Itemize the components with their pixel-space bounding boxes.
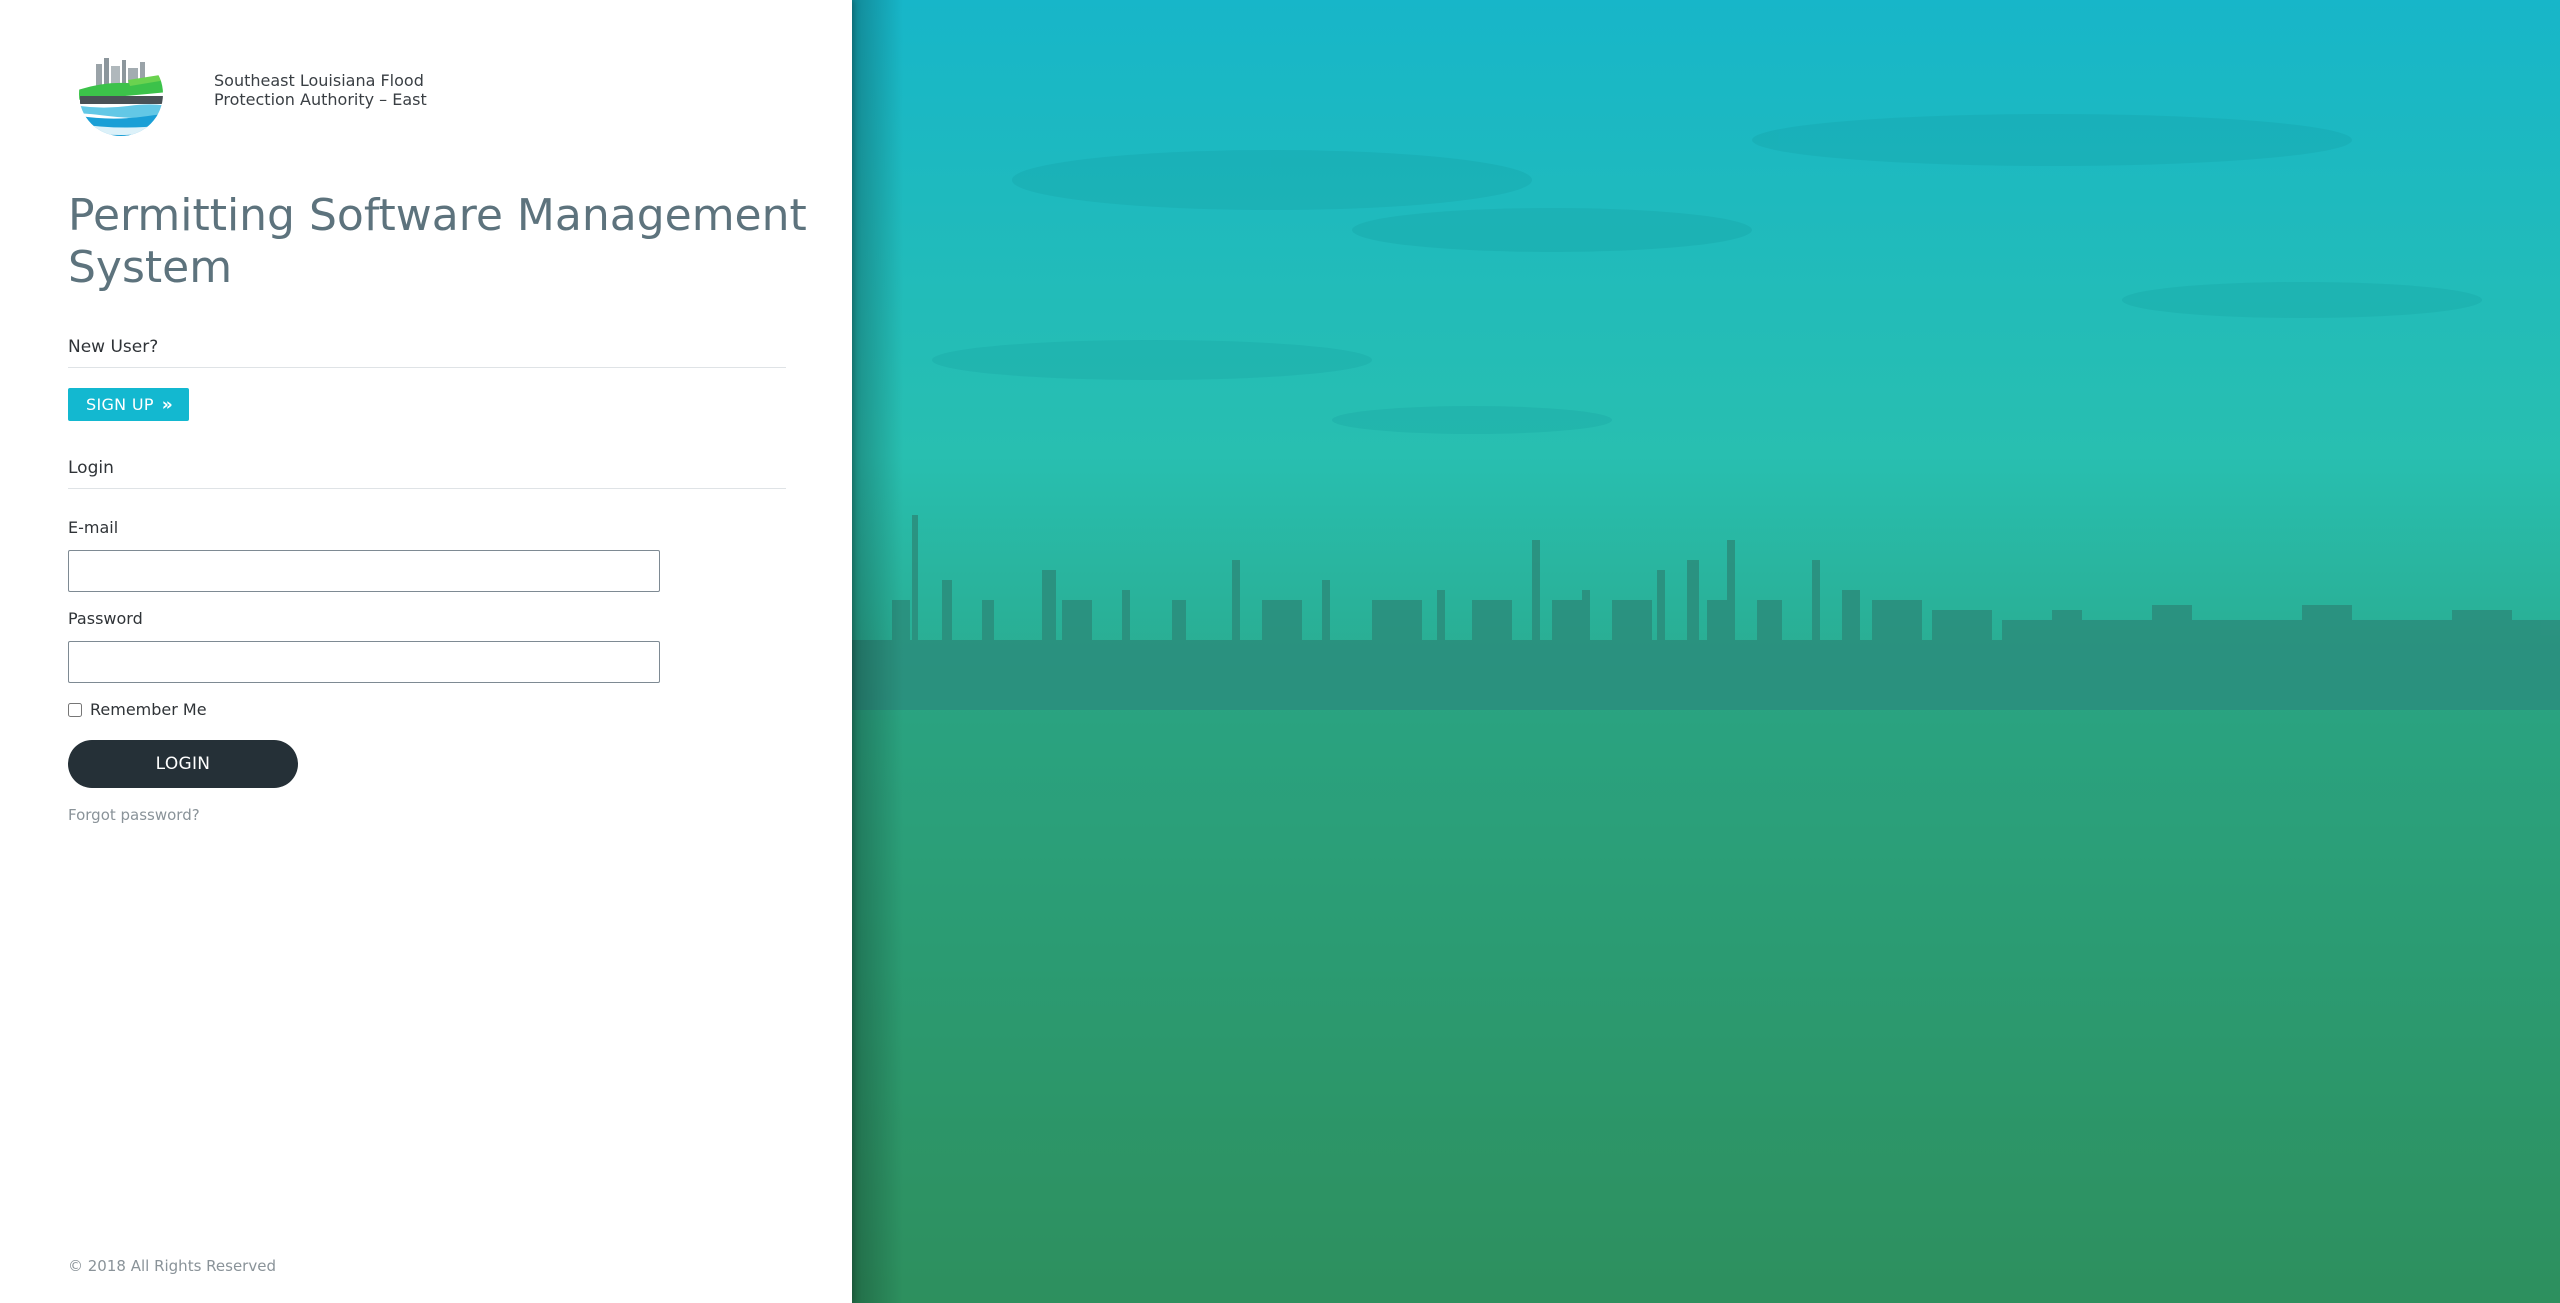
login-button[interactable]: LOGIN: [68, 740, 298, 788]
brand-header: Southeast Louisiana Flood Protection Aut…: [68, 50, 444, 138]
new-user-heading: New User?: [68, 337, 786, 368]
sign-up-button[interactable]: SIGN UP »: [68, 388, 190, 421]
login-panel: Southeast Louisiana Flood Protection Aut…: [0, 0, 852, 1303]
flood-authority-logo: [79, 52, 163, 136]
forgot-password-link[interactable]: Forgot password?: [68, 806, 200, 824]
remember-me-row: Remember Me: [68, 700, 207, 719]
organization-name: Southeast Louisiana Flood Protection Aut…: [214, 71, 427, 109]
remember-me-label[interactable]: Remember Me: [90, 700, 207, 719]
email-label: E-mail: [68, 518, 119, 537]
copyright-text: © 2018 All Rights Reserved: [68, 1257, 276, 1275]
page-title: Permitting Software Management System: [68, 190, 807, 293]
remember-me-checkbox[interactable]: [68, 702, 82, 717]
password-label: Password: [68, 609, 143, 628]
sign-up-label: SIGN UP: [86, 395, 154, 414]
refinery-skyline-image: [852, 0, 2560, 1303]
password-field[interactable]: [68, 641, 660, 683]
login-heading: Login: [68, 458, 786, 489]
double-chevron-right-icon: »: [161, 394, 174, 415]
hero-image: [852, 0, 2560, 1303]
email-field[interactable]: [68, 550, 660, 592]
login-page: Southeast Louisiana Flood Protection Aut…: [0, 0, 2560, 1303]
